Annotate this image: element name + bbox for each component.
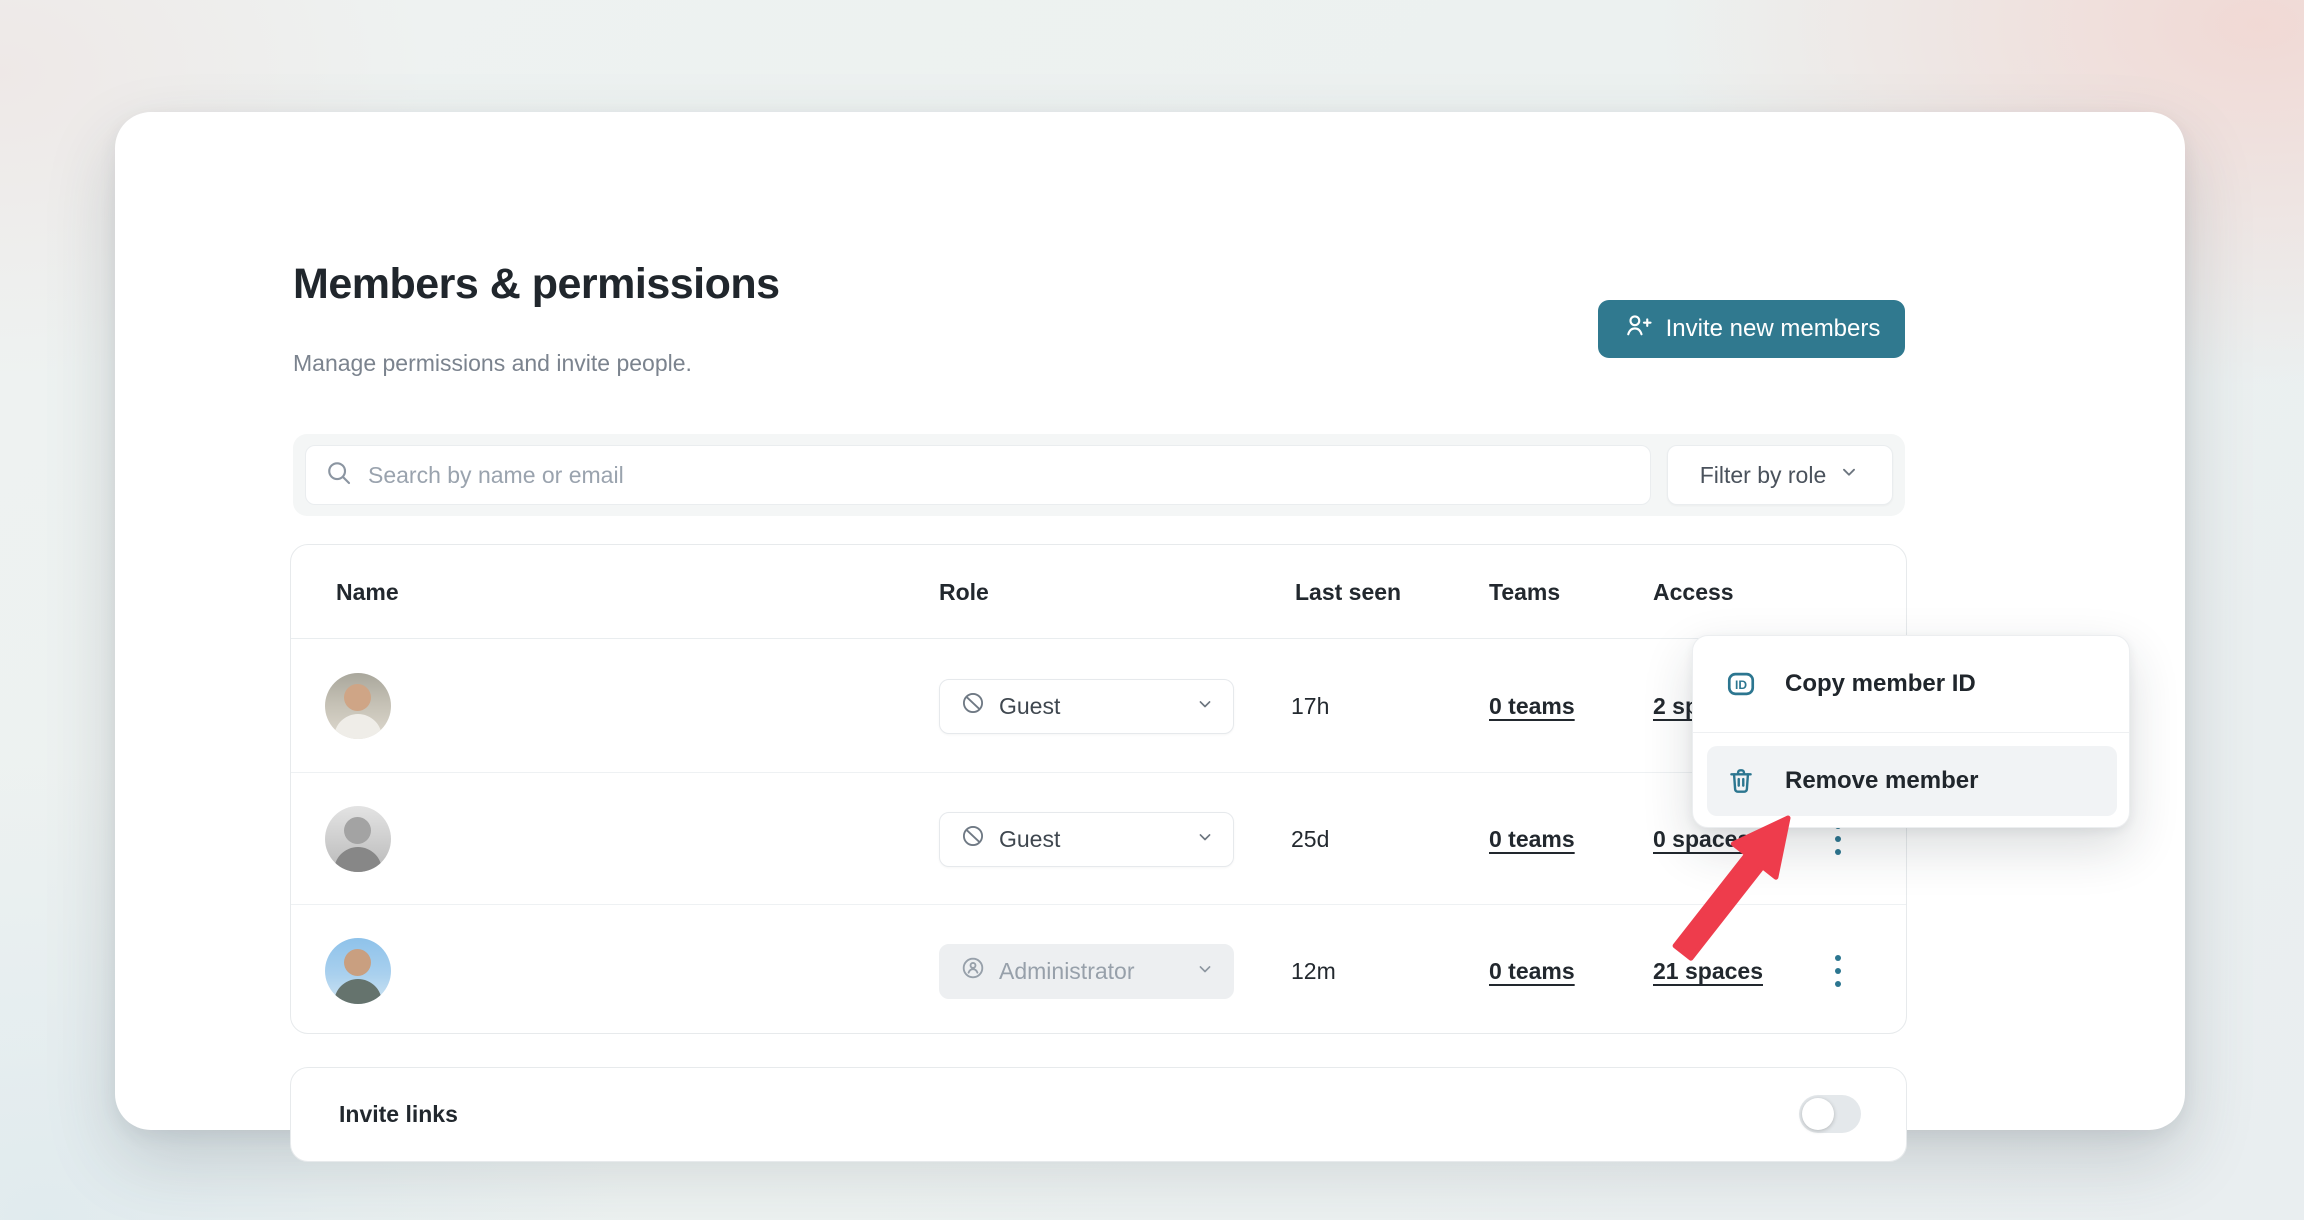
- invite-button-label: Invite new members: [1666, 315, 1881, 343]
- role-dropdown[interactable]: Administrator: [939, 944, 1234, 999]
- teams-link[interactable]: 0 teams: [1489, 693, 1575, 720]
- page-subtitle: Manage permissions and invite people.: [293, 350, 692, 377]
- menu-item-copy-member-id[interactable]: ID Copy member ID: [1693, 636, 2129, 733]
- svg-text:ID: ID: [1735, 678, 1747, 692]
- column-header-access: Access: [1653, 545, 1734, 639]
- avatar: [325, 938, 391, 1004]
- chevron-down-icon: [1195, 826, 1215, 853]
- column-header-last-seen: Last seen: [1295, 545, 1401, 639]
- admin-badge-icon: [960, 955, 986, 987]
- invite-new-members-button[interactable]: Invite new members: [1598, 300, 1905, 358]
- no-entry-icon: [960, 690, 986, 722]
- chevron-down-icon: [1195, 958, 1215, 985]
- id-badge-icon: ID: [1725, 668, 1757, 700]
- settings-card: Members & permissions Manage permissions…: [115, 112, 2185, 1130]
- last-seen-value: 17h: [1291, 693, 1329, 720]
- role-label: Administrator: [999, 958, 1134, 985]
- teams-link[interactable]: 0 teams: [1489, 958, 1575, 985]
- search-icon: [324, 458, 354, 493]
- chevron-down-icon: [1838, 461, 1860, 489]
- toggle-knob: [1802, 1098, 1834, 1130]
- role-label: Guest: [999, 693, 1060, 720]
- person-plus-icon: [1623, 311, 1653, 348]
- invite-links-toggle[interactable]: [1799, 1095, 1861, 1133]
- column-header-role: Role: [939, 545, 989, 639]
- avatar: [325, 673, 391, 739]
- menu-item-label: Copy member ID: [1785, 670, 1976, 698]
- invite-links-label: Invite links: [339, 1068, 458, 1161]
- chevron-down-icon: [1195, 693, 1215, 720]
- search-toolbar: Filter by role: [293, 434, 1905, 516]
- invite-links-card: Invite links: [290, 1067, 1907, 1162]
- page-title: Members & permissions: [293, 260, 780, 309]
- member-avatar: [325, 905, 391, 1037]
- table-header-row: Name Role Last seen Teams Access: [291, 545, 1906, 639]
- last-seen-value: 12m: [1291, 958, 1336, 985]
- member-avatar: [325, 773, 391, 905]
- member-avatar: [325, 640, 391, 772]
- search-input[interactable]: [368, 462, 1640, 489]
- column-header-teams: Teams: [1489, 545, 1560, 639]
- column-header-name: Name: [336, 545, 399, 639]
- last-seen-value: 25d: [1291, 826, 1329, 853]
- table-row: Guest 17h 0 teams 2 spaces: [291, 640, 1906, 772]
- teams-link[interactable]: 0 teams: [1489, 826, 1575, 853]
- role-dropdown[interactable]: Guest: [939, 812, 1234, 867]
- search-box[interactable]: [305, 445, 1651, 505]
- annotation-arrow: [1638, 788, 1848, 998]
- role-label: Guest: [999, 826, 1060, 853]
- role-dropdown[interactable]: Guest: [939, 679, 1234, 734]
- filter-by-role-button[interactable]: Filter by role: [1667, 445, 1893, 505]
- filter-by-role-label: Filter by role: [1700, 462, 1827, 489]
- no-entry-icon: [960, 823, 986, 855]
- avatar: [325, 806, 391, 872]
